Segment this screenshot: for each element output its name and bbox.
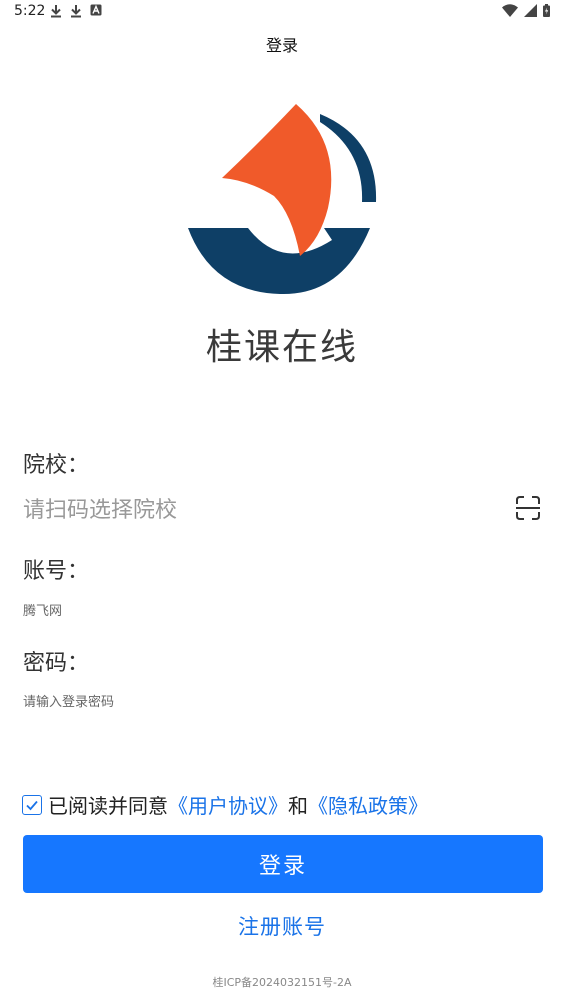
account-label: 账号： bbox=[23, 559, 90, 584]
wifi-icon bbox=[502, 4, 518, 17]
icp-record: 桂ICP备2024032151号-2A bbox=[212, 976, 352, 989]
login-button[interactable]: 登录 bbox=[23, 835, 543, 893]
login-button-label: 登录 bbox=[258, 854, 307, 879]
agreement-prefix: 已阅读并同意 bbox=[48, 794, 168, 818]
scan-icon[interactable] bbox=[514, 494, 542, 522]
page-title: 登录 bbox=[265, 36, 298, 55]
battery-icon bbox=[543, 4, 550, 17]
user-agreement-link[interactable]: 《用户协议》 bbox=[168, 790, 288, 819]
agreement-row: 已阅读并同意 《用户协议》 和 《隐私政策》 bbox=[22, 790, 428, 819]
download-icon bbox=[51, 5, 61, 18]
status-time: 5:22 bbox=[14, 3, 46, 19]
agreement-checkbox[interactable] bbox=[22, 794, 42, 815]
check-icon bbox=[26, 800, 38, 810]
school-label: 院校： bbox=[23, 453, 90, 478]
notification-icons bbox=[50, 4, 102, 18]
app-name: 桂课在线 bbox=[205, 327, 358, 368]
register-link[interactable]: 注册账号 bbox=[0, 911, 564, 941]
logo-hull bbox=[188, 228, 370, 295]
signal-icon bbox=[524, 4, 537, 17]
privacy-policy-link[interactable]: 《隐私政策》 bbox=[308, 790, 428, 819]
download-icon bbox=[71, 5, 81, 18]
app-logo bbox=[188, 104, 377, 295]
account-input[interactable]: 腾飞网 bbox=[23, 600, 62, 619]
agreement-and: 和 bbox=[288, 794, 308, 818]
school-input[interactable]: 请扫码选择院校 bbox=[23, 492, 177, 524]
system-icons bbox=[502, 4, 550, 17]
status-bar: 5:22 bbox=[0, 0, 564, 24]
a-icon bbox=[90, 4, 102, 16]
password-input[interactable]: 请输入登录密码 bbox=[23, 691, 114, 710]
password-label: 密码： bbox=[23, 651, 90, 676]
